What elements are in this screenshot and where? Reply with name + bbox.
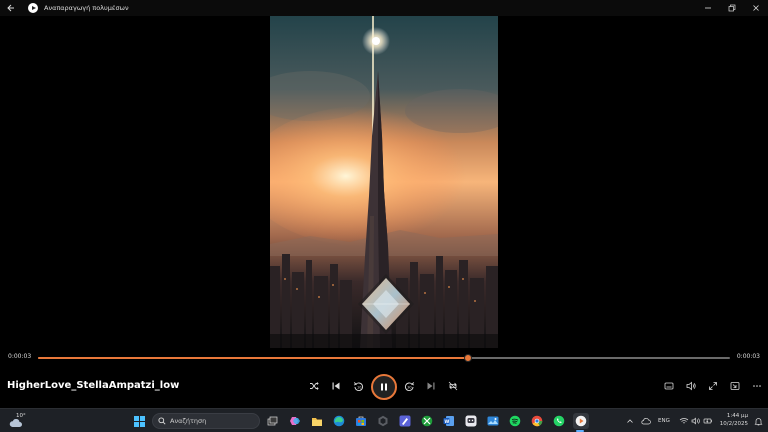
taskbar-copilot[interactable] [287, 413, 303, 429]
show-hidden-icons-button[interactable] [622, 413, 638, 429]
pen-app-icon [399, 415, 411, 427]
remaining-time: 0:00:03 [736, 353, 760, 360]
video-frame [270, 16, 498, 348]
taskbar-chrome[interactable] [529, 413, 545, 429]
media-player-app-icon [28, 3, 38, 13]
svg-text:W: W [444, 419, 449, 425]
back-button[interactable] [0, 0, 22, 16]
minimize-icon [705, 7, 711, 9]
video-area[interactable] [0, 16, 768, 348]
mini-player-button[interactable] [727, 378, 743, 394]
media-player-icon [575, 415, 587, 427]
subtitles-icon [664, 382, 674, 390]
more-options-button[interactable] [749, 378, 765, 394]
maximize-button[interactable] [720, 0, 744, 16]
bell-icon [754, 417, 762, 425]
search-placeholder: Αναζήτηση [170, 417, 207, 425]
elapsed-time: 0:00:03 [8, 353, 32, 360]
taskbar-spotify[interactable] [507, 413, 523, 429]
task-view-icon [267, 416, 277, 425]
next-button[interactable] [423, 378, 439, 394]
notifications-button[interactable] [750, 413, 766, 429]
next-icon [427, 382, 435, 390]
pause-icon [381, 383, 387, 391]
store-icon [356, 416, 366, 426]
taskbar-xbox[interactable] [419, 413, 435, 429]
taskbar: 10° Αναζήτηση W ENG 1:44 μμ 10/2/2025 [0, 408, 768, 432]
taskbar-edge[interactable] [331, 413, 347, 429]
shuffle-button[interactable] [306, 378, 322, 394]
media-title: HigherLove_StellaAmpatzi_low [7, 380, 180, 391]
mini-player-icon [730, 382, 740, 390]
arrow-left-icon [7, 4, 14, 12]
taskbar-store[interactable] [353, 413, 369, 429]
seek-bar[interactable] [38, 353, 730, 362]
shuffle-icon [310, 382, 319, 390]
seek-progress [38, 356, 468, 359]
chat-app-icon [465, 415, 477, 427]
more-icon [753, 385, 761, 387]
maximize-icon [728, 4, 736, 12]
copilot-icon [290, 417, 300, 425]
taskbar-search-box[interactable]: Αναζήτηση [152, 413, 260, 429]
forward-30-button[interactable]: 30 [401, 378, 417, 394]
subtitles-button[interactable] [661, 378, 677, 394]
volume-button[interactable] [683, 378, 699, 394]
previous-button[interactable] [328, 378, 344, 394]
taskbar-word[interactable]: W [441, 413, 457, 429]
taskbar-app-chat[interactable] [463, 413, 479, 429]
search-icon [158, 417, 166, 425]
seek-thumb[interactable] [463, 353, 472, 362]
photos-icon [487, 416, 499, 426]
taskbar-app-hex[interactable] [375, 413, 391, 429]
close-icon [753, 5, 759, 11]
chevron-up-icon [627, 419, 633, 423]
input-language[interactable]: ENG [658, 418, 670, 424]
close-button[interactable] [744, 0, 768, 16]
video-image [270, 16, 498, 348]
chrome-icon [531, 415, 543, 427]
taskbar-app-pen[interactable] [397, 413, 413, 429]
folder-icon [312, 417, 322, 426]
title-bar: Αναπαραγωγή πολυμέσων [0, 0, 768, 16]
start-button[interactable] [131, 413, 147, 429]
taskbar-file-explorer[interactable] [309, 413, 325, 429]
rewind-10-button[interactable]: 10 [350, 378, 366, 394]
taskbar-task-view[interactable] [264, 413, 280, 429]
fullscreen-icon [709, 382, 717, 390]
tray-network-app[interactable] [638, 413, 654, 429]
windows-logo-icon [133, 415, 145, 427]
whatsapp-icon [553, 415, 565, 427]
forward-30-icon: 30 [404, 381, 414, 391]
weather-temp: 10° [16, 413, 26, 419]
pause-button[interactable] [371, 374, 397, 400]
hexagon-app-icon [378, 415, 388, 427]
fullscreen-button[interactable] [705, 378, 721, 394]
spotify-icon [509, 415, 521, 427]
minimize-button[interactable] [696, 0, 720, 16]
edge-browser-icon [333, 415, 345, 427]
taskbar-clock[interactable]: 1:44 μμ 10/2/2025 [712, 412, 748, 428]
taskbar-media-player[interactable] [573, 413, 589, 429]
xbox-icon [421, 415, 433, 427]
taskbar-whatsapp[interactable] [551, 413, 567, 429]
svg-text:30: 30 [407, 385, 411, 389]
clock-time: 1:44 μμ [726, 413, 748, 419]
window-title: Αναπαραγωγή πολυμέσων [44, 4, 129, 12]
weather-widget[interactable]: 10° [6, 412, 36, 430]
rewind-10-icon: 10 [353, 381, 363, 391]
clock-date: 10/2/2025 [719, 421, 748, 427]
volume-icon [686, 381, 696, 391]
taskbar-photos[interactable] [485, 413, 501, 429]
word-icon: W [443, 416, 454, 426]
repeat-button[interactable] [445, 378, 461, 394]
previous-icon [332, 382, 340, 390]
cloud-sync-icon [641, 418, 651, 425]
repeat-off-icon [448, 381, 458, 391]
svg-text:10: 10 [357, 385, 361, 389]
